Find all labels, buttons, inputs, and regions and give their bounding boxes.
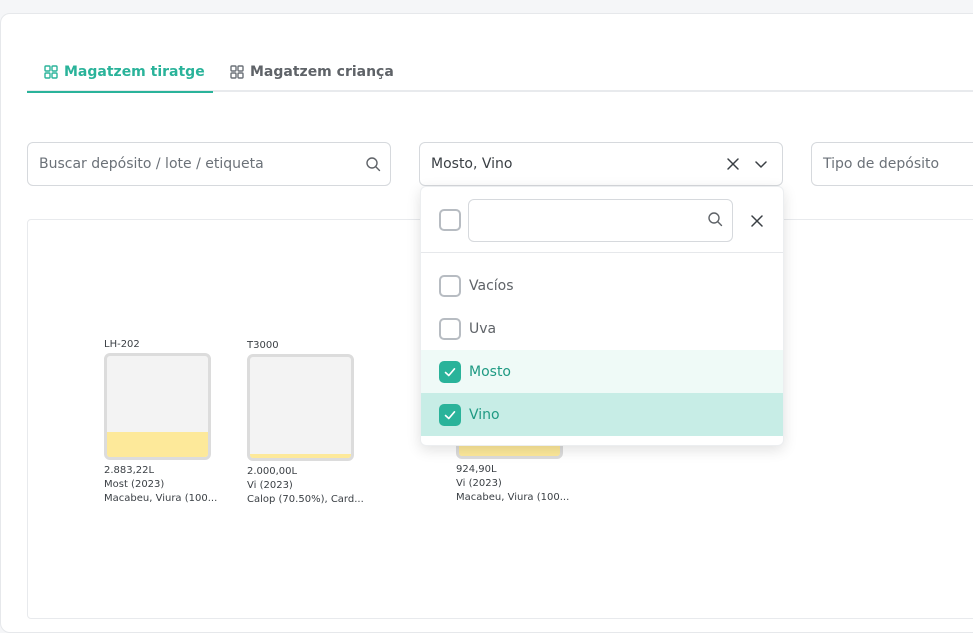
option-label: Uva — [469, 320, 497, 337]
tank-fill — [459, 445, 560, 456]
tank-name: LH-202 — [104, 339, 140, 350]
tank-varieties: Macabeu, Viura (100... — [104, 493, 218, 504]
tank-type-select[interactable]: Tipo de depósito — [811, 142, 973, 186]
tank-varieties: Calop (70.50%), Card... — [247, 494, 364, 505]
tab-magatzem-tiratge[interactable]: Magatzem tiratge — [27, 52, 213, 93]
option-uva[interactable]: Uva — [421, 307, 783, 350]
tank-varieties: Macabeu, Viura (100... — [456, 492, 570, 503]
tank-content: Most (2023) — [104, 479, 165, 490]
content-type-dropdown: Vacíos Uva Mosto Vino — [420, 186, 784, 446]
option-label: Vacíos — [469, 277, 514, 294]
tank-name: T3000 — [247, 340, 279, 351]
tab-label: Magatzem tiratge — [64, 63, 205, 80]
select-value: Mosto, Vino — [431, 156, 513, 172]
select-all-checkbox[interactable] — [439, 209, 461, 231]
grid-icon — [44, 64, 58, 79]
tank-info: 924,90L Vi (2023) Macabeu, Viura (100... — [456, 463, 569, 505]
option-vino[interactable]: Vino — [421, 393, 783, 436]
type-placeholder: Tipo de depósito — [823, 156, 940, 172]
check-icon — [444, 410, 456, 419]
option-checkbox[interactable] — [439, 274, 461, 297]
grid-icon — [230, 65, 244, 79]
clear-icon[interactable] — [719, 150, 747, 178]
chevron-down-icon[interactable] — [747, 150, 775, 178]
option-checkbox[interactable] — [439, 403, 461, 426]
tank-volume: 924,90L — [456, 464, 497, 475]
dropdown-header — [421, 187, 783, 253]
option-checkbox[interactable] — [439, 317, 461, 340]
option-mosto[interactable]: Mosto — [421, 350, 783, 393]
tank-info: 2.000,00L Vi (2023) Calop (70.50%), Card… — [247, 465, 364, 507]
tab-bar: Magatzem tiratge Magatzem criança — [27, 52, 973, 93]
tab-label: Magatzem criança — [250, 64, 394, 80]
option-checkbox[interactable] — [439, 360, 461, 383]
tab-magatzem-crianca[interactable]: Magatzem criança — [230, 52, 420, 92]
option-label: Vino — [469, 406, 500, 423]
tank-fill — [107, 431, 208, 457]
search-input[interactable]: Buscar depósito / lote / etiqueta — [27, 142, 391, 186]
tank-info: 2.883,22L Most (2023) Macabeu, Viura (10… — [104, 464, 217, 506]
tank-content: Vi (2023) — [456, 478, 502, 489]
tank-volume: 2.883,22L — [104, 465, 155, 476]
tank-box — [104, 353, 211, 460]
tank-fill — [250, 453, 351, 458]
tank-volume: 2.000,00L — [247, 466, 298, 477]
search-icon — [359, 150, 387, 178]
tank-content: Vi (2023) — [247, 480, 293, 491]
close-icon[interactable] — [743, 207, 771, 235]
tank-box — [247, 354, 354, 461]
check-icon — [444, 367, 456, 376]
content-type-select[interactable]: Mosto, Vino — [419, 142, 783, 186]
search-placeholder: Buscar depósito / lote / etiqueta — [39, 156, 264, 172]
dropdown-search-input[interactable] — [468, 199, 733, 242]
option-label: Mosto — [469, 363, 511, 380]
search-icon — [707, 211, 723, 231]
option-vacios[interactable]: Vacíos — [421, 264, 783, 307]
